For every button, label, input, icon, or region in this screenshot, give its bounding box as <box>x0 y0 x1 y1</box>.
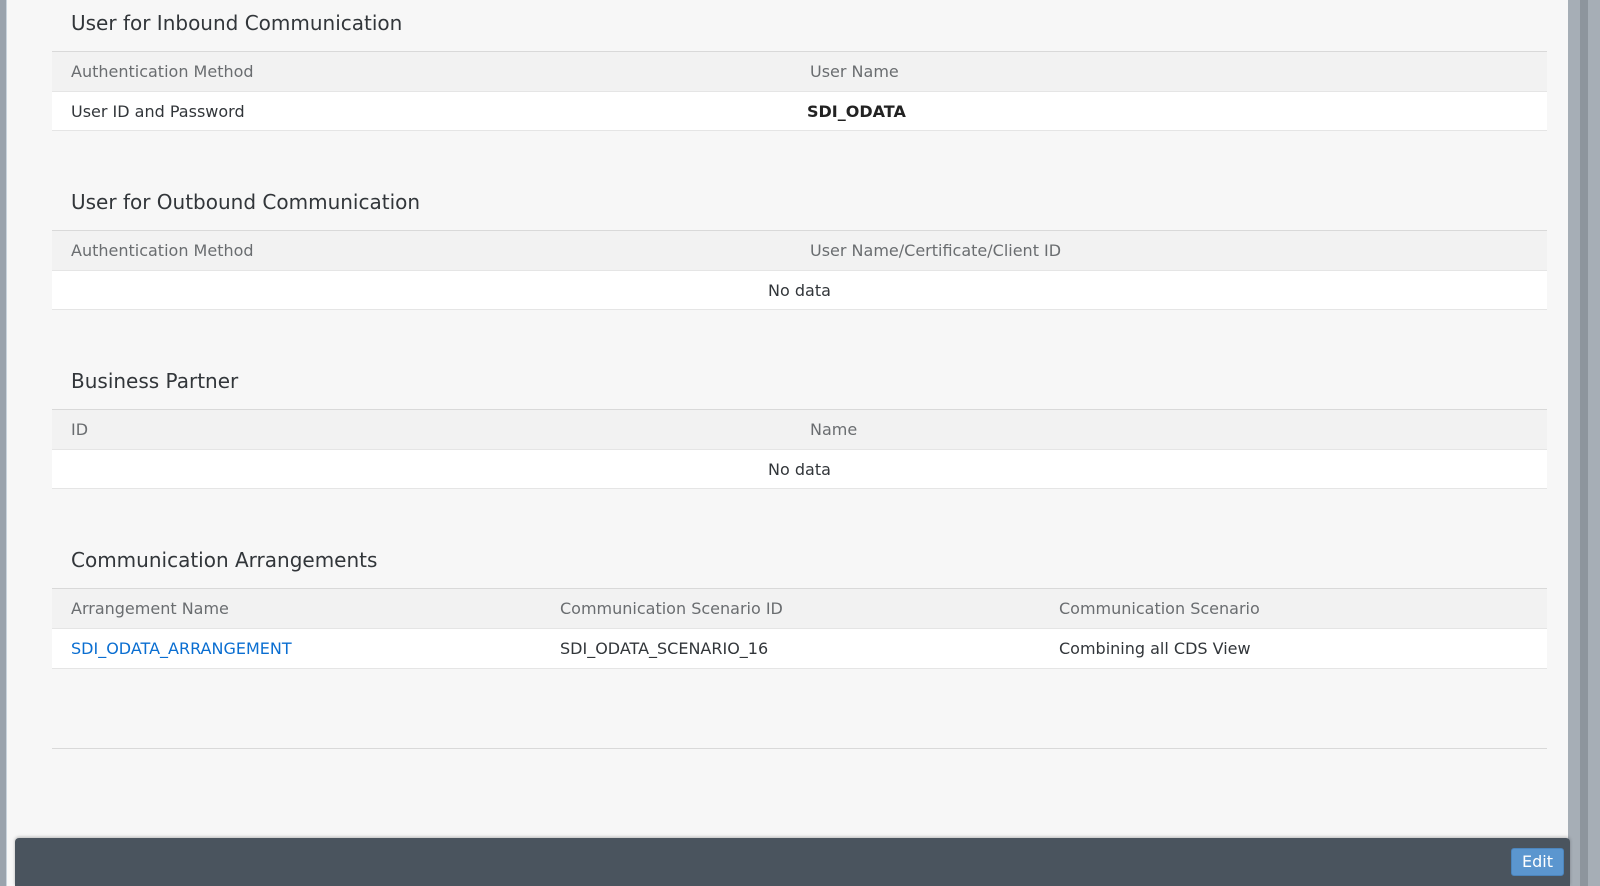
page-scrollbar[interactable] <box>1568 0 1600 886</box>
communication-arrangements-table: Arrangement Name Communication Scenario … <box>52 588 1547 669</box>
inbound-user-table: Authentication Method User Name User ID … <box>52 51 1547 131</box>
edit-button[interactable]: Edit <box>1511 848 1564 876</box>
column-header-communication-scenario[interactable]: Communication Scenario <box>1059 589 1260 628</box>
column-header-arrangement-name[interactable]: Arrangement Name <box>71 589 229 628</box>
communication-scenario-id-value: SDI_ODATA_SCENARIO_16 <box>560 639 769 658</box>
no-data-row: No data <box>52 450 1547 489</box>
table-row[interactable]: User ID and Password SDI_ODATA <box>52 92 1547 131</box>
outbound-section-title: User for Outbound Communication <box>71 190 421 214</box>
arrangement-name-link[interactable]: SDI_ODATA_ARRANGEMENT <box>71 629 292 668</box>
no-data-row: No data <box>52 271 1547 310</box>
column-header-authentication-method[interactable]: Authentication Method <box>71 52 254 91</box>
business-partner-section-title: Business Partner <box>71 369 239 393</box>
column-header-id[interactable]: ID <box>71 410 88 449</box>
communication-arrangements-section-title: Communication Arrangements <box>71 548 378 572</box>
table-header: ID Name <box>52 409 1547 450</box>
column-header-user-name[interactable]: User Name <box>810 52 899 91</box>
inbound-section-title: User for Inbound Communication <box>71 11 403 35</box>
outbound-user-table: Authentication Method User Name/Certific… <box>52 230 1547 310</box>
table-header: Authentication Method User Name/Certific… <box>52 230 1547 271</box>
communication-scenario-value: Combining all CDS View <box>1059 639 1251 658</box>
no-data-text: No data <box>768 280 831 300</box>
scrollbar-track[interactable] <box>1580 0 1588 886</box>
table-header: Authentication Method User Name <box>52 51 1547 92</box>
section-divider <box>52 748 1547 749</box>
column-header-name[interactable]: Name <box>810 410 857 449</box>
business-partner-table: ID Name No data <box>52 409 1547 489</box>
authentication-method-value: User ID and Password <box>71 101 245 121</box>
table-row[interactable]: SDI_ODATA_ARRANGEMENT SDI_ODATA_SCENARIO… <box>52 629 1547 669</box>
column-header-communication-scenario-id[interactable]: Communication Scenario ID <box>560 589 783 628</box>
column-header-user-name-certificate-client-id[interactable]: User Name/Certificate/Client ID <box>810 231 1061 270</box>
object-page: User for Inbound Communication Authentic… <box>6 0 1569 886</box>
footer-toolbar: Edit <box>15 838 1570 886</box>
table-header: Arrangement Name Communication Scenario … <box>52 588 1547 629</box>
user-name-value: SDI_ODATA <box>807 101 906 121</box>
column-header-authentication-method[interactable]: Authentication Method <box>71 231 254 270</box>
no-data-text: No data <box>768 459 831 479</box>
